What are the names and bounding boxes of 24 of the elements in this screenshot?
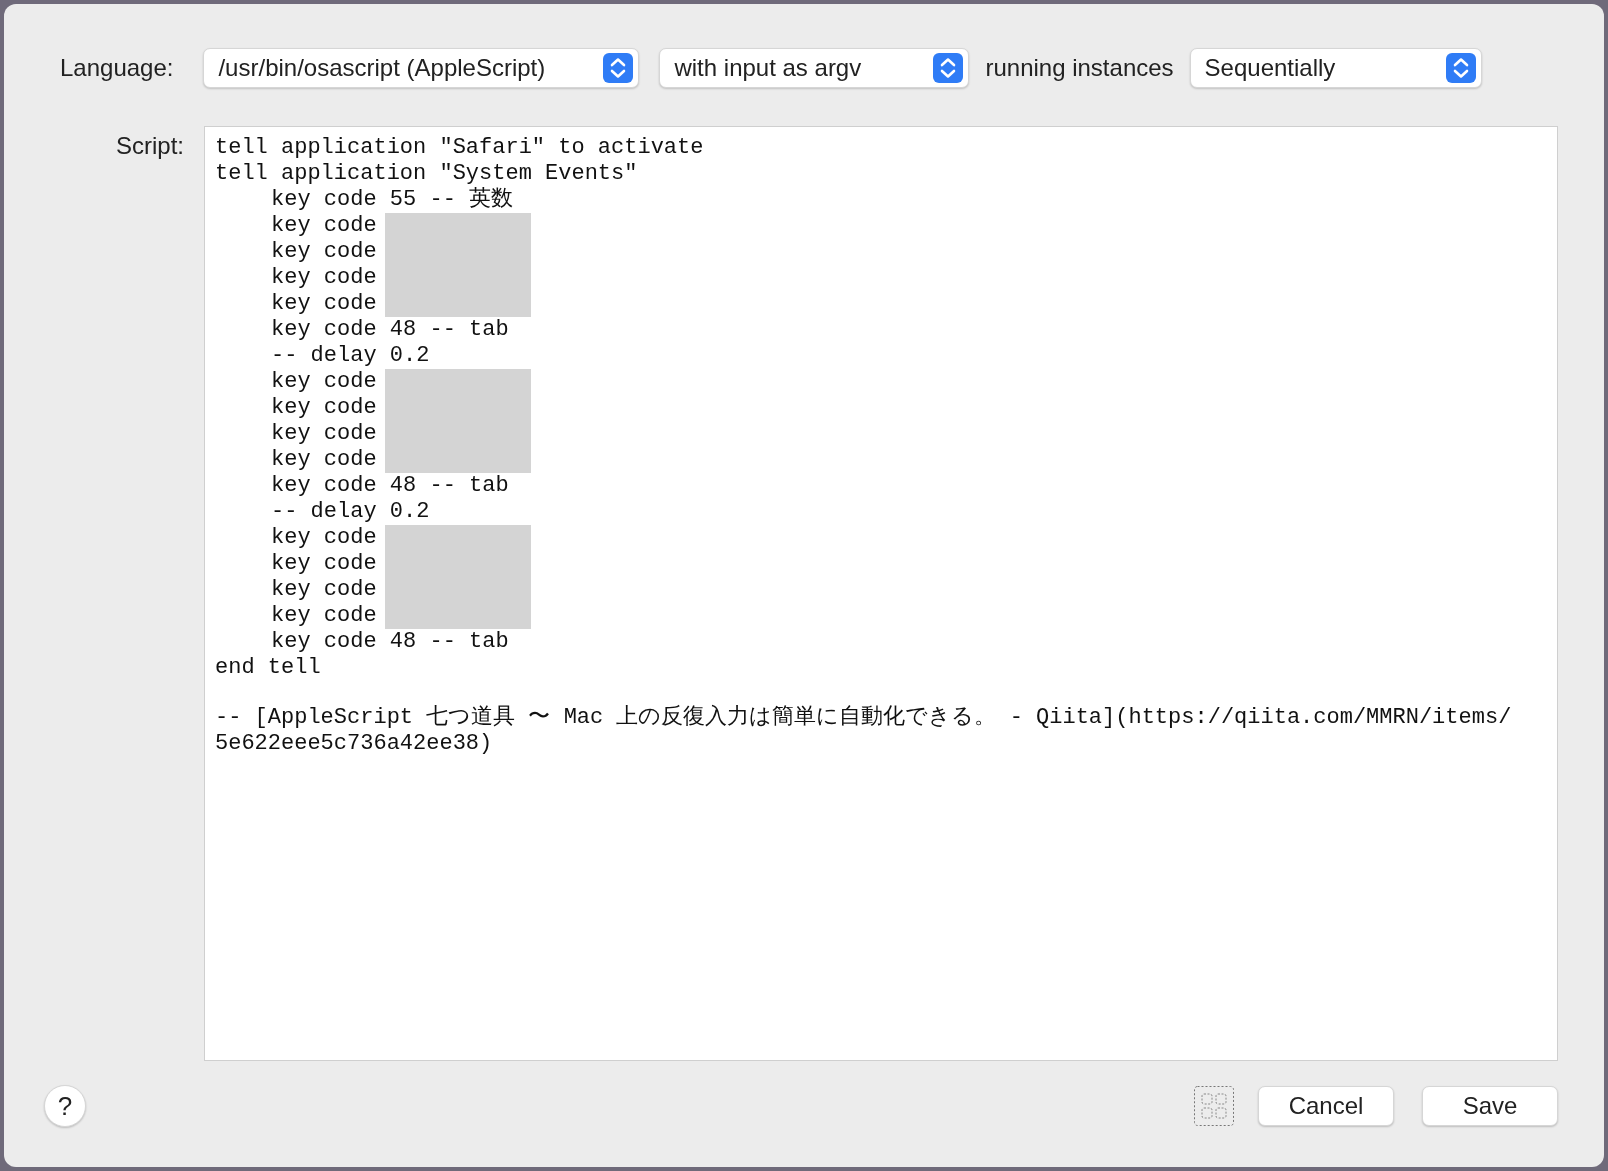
code-line: key code 48 -- tab: [270, 629, 509, 655]
code-line: key code 55 -- 英数: [270, 187, 514, 213]
code-line: -- delay 0.2: [270, 343, 430, 369]
help-button[interactable]: ?: [44, 1085, 86, 1127]
code-line: end tell: [215, 655, 321, 681]
language-label: Language:: [60, 53, 174, 83]
up-down-chevron-icon: [602, 52, 635, 84]
up-down-chevron-icon: [1444, 52, 1477, 84]
save-button[interactable]: Save: [1422, 1086, 1558, 1126]
up-down-chevron-icon: [932, 52, 965, 84]
popup-button[interactable]: with input as argv: [659, 48, 970, 88]
code-line: 5e622eee5c736a42ee38): [215, 731, 493, 757]
code-line: -- delay 0.2: [270, 499, 430, 525]
popup-label: running instances: [985, 53, 1174, 83]
code-line: tell application "Safari" to activate: [215, 135, 704, 161]
script-label: Script:: [116, 132, 184, 159]
code-line: key code 48 -- tab: [270, 317, 509, 343]
popup-button[interactable]: Sequentially: [1189, 48, 1482, 88]
code-line: tell application "System Events": [215, 161, 638, 187]
code-line: key code 48 -- tab: [270, 473, 509, 499]
cancel-button[interactable]: Cancel: [1258, 1086, 1394, 1126]
popup-button[interactable]: /usr/bin/osascript (AppleScript): [203, 48, 640, 88]
code-line: -- [AppleScript 七つ道具 〜 Mac 上の反復入力は簡単に自動化できる。 - Qiita](https://qiita.com/MMRN/items/: [215, 705, 1512, 731]
grid-icon[interactable]: [1194, 1086, 1234, 1126]
